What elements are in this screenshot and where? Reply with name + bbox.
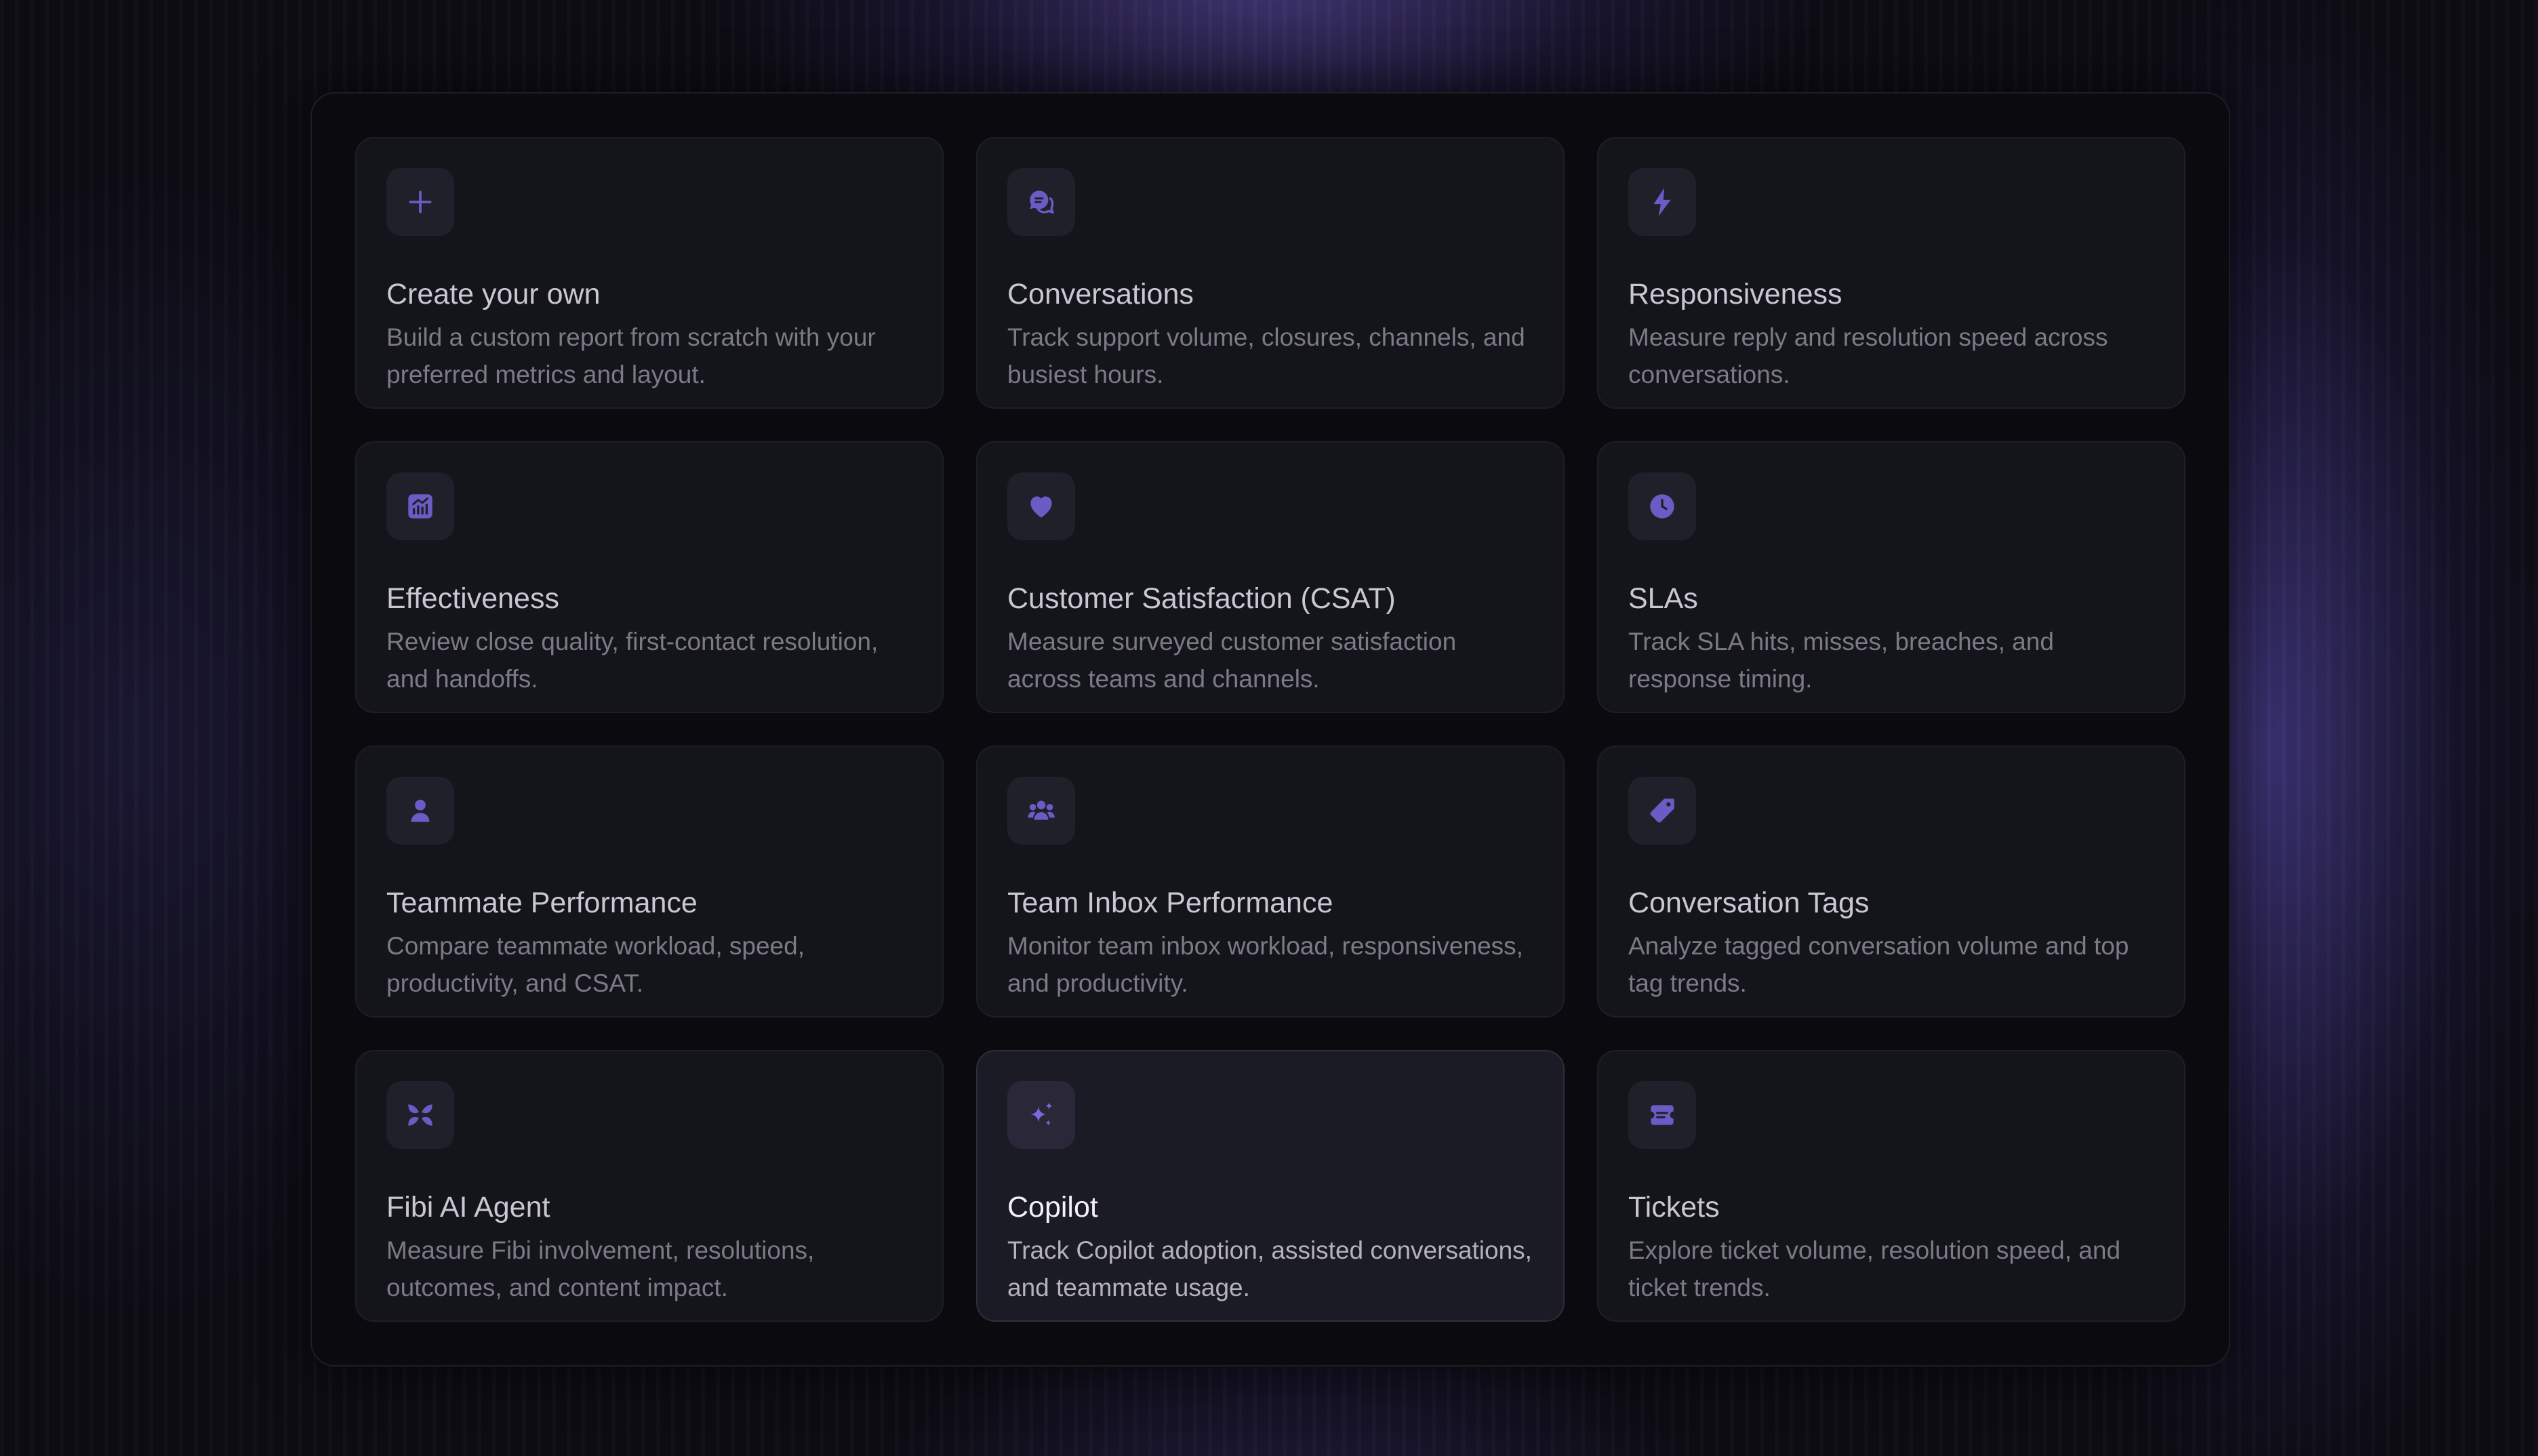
- report-card-title: Team Inbox Performance: [1007, 887, 1333, 919]
- report-card-title: Fibi AI Agent: [386, 1191, 550, 1224]
- report-card-conversations[interactable]: Conversations Track support volume, clos…: [976, 137, 1565, 409]
- report-card-description: Analyze tagged conversation volume and t…: [1628, 932, 2129, 997]
- report-card-csat[interactable]: Customer Satisfaction (CSAT) Measure sur…: [976, 441, 1565, 713]
- clock-icon: [1628, 472, 1696, 540]
- report-card-title: SLAs: [1628, 582, 1698, 615]
- report-card-description: Measure Fibi involvement, resolutions, o…: [386, 1236, 815, 1301]
- tag-icon: [1628, 777, 1696, 845]
- report-template-grid: Create your own Build a custom report fr…: [355, 137, 2186, 1322]
- report-card-description: Monitor team inbox workload, responsiven…: [1007, 932, 1523, 997]
- report-card-create-your-own[interactable]: Create your own Build a custom report fr…: [355, 137, 944, 409]
- report-card-description: Track Copilot adoption, assisted convers…: [1007, 1236, 1532, 1301]
- report-card-description: Measure reply and resolution speed acros…: [1628, 323, 2108, 388]
- report-card-title: Customer Satisfaction (CSAT): [1007, 582, 1396, 615]
- fibi-logo-icon: [386, 1081, 454, 1149]
- report-card-description: Measure surveyed customer satisfaction a…: [1007, 628, 1457, 693]
- ticket-icon: [1628, 1081, 1696, 1149]
- report-card-description: Compare teammate workload, speed, produc…: [386, 932, 805, 997]
- team-icon: [1007, 777, 1075, 845]
- report-card-effectiveness[interactable]: Effectiveness Review close quality, firs…: [355, 441, 944, 713]
- report-card-title: Create your own: [386, 278, 601, 310]
- report-card-title: Teammate Performance: [386, 887, 698, 919]
- report-card-title: Effectiveness: [386, 582, 559, 615]
- report-card-title: Responsiveness: [1628, 278, 1842, 310]
- report-card-copilot[interactable]: Copilot Track Copilot adoption, assisted…: [976, 1050, 1565, 1322]
- report-card-title: Conversations: [1007, 278, 1194, 310]
- report-card-team-inbox-performance[interactable]: Team Inbox Performance Monitor team inbo…: [976, 746, 1565, 1017]
- report-card-responsiveness[interactable]: Responsiveness Measure reply and resolut…: [1597, 137, 2186, 409]
- report-card-teammate-performance[interactable]: Teammate Performance Compare teammate wo…: [355, 746, 944, 1017]
- report-card-description: Explore ticket volume, resolution speed,…: [1628, 1236, 2121, 1301]
- report-card-description: Review close quality, first-contact reso…: [386, 628, 879, 693]
- sparkles-icon: [1007, 1081, 1075, 1149]
- report-card-tickets[interactable]: Tickets Explore ticket volume, resolutio…: [1597, 1050, 2186, 1322]
- lightning-icon: [1628, 168, 1696, 236]
- report-card-description: Track SLA hits, misses, breaches, and re…: [1628, 628, 2054, 693]
- plus-icon: [386, 168, 454, 236]
- report-card-title: Conversation Tags: [1628, 887, 1870, 919]
- report-card-title: Copilot: [1007, 1191, 1098, 1224]
- report-card-title: Tickets: [1628, 1191, 1720, 1224]
- report-card-description: Build a custom report from scratch with …: [386, 323, 876, 388]
- heart-icon: [1007, 472, 1075, 540]
- report-templates-panel: Create your own Build a custom report fr…: [310, 92, 2230, 1367]
- chart-icon: [386, 472, 454, 540]
- report-card-description: Track support volume, closures, channels…: [1007, 323, 1525, 388]
- report-card-conversation-tags[interactable]: Conversation Tags Analyze tagged convers…: [1597, 746, 2186, 1017]
- report-card-slas[interactable]: SLAs Track SLA hits, misses, breaches, a…: [1597, 441, 2186, 713]
- report-card-fibi-ai-agent[interactable]: Fibi AI Agent Measure Fibi involvement, …: [355, 1050, 944, 1322]
- person-icon: [386, 777, 454, 845]
- chat-bubbles-icon: [1007, 168, 1075, 236]
